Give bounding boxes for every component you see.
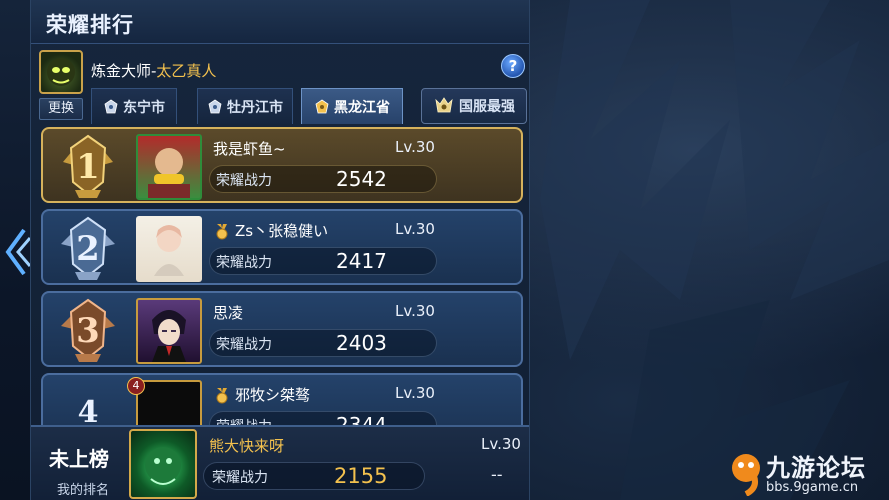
honor-power-box: 荣耀战力 2542	[209, 165, 437, 193]
my-power-label: 荣耀战力	[212, 470, 268, 486]
player-level: Lv.30	[395, 220, 435, 238]
badge-icon	[104, 99, 118, 113]
player-photo	[154, 225, 184, 276]
power-value: 2542	[336, 167, 387, 191]
user-title: 炼金大师-	[91, 62, 157, 80]
watermark-url: bbs.9game.cn	[766, 480, 859, 495]
my-rank-value: --	[491, 465, 503, 484]
user-display-name: 炼金大师-太乙真人	[91, 60, 216, 81]
rank-3-emblem-icon: 3	[61, 298, 115, 362]
my-avatar[interactable]	[129, 429, 197, 499]
panel-title-bar: 荣耀排行	[31, 0, 529, 44]
tab-national[interactable]: 国服最强	[421, 88, 527, 124]
power-label: 荣耀战力	[216, 173, 272, 189]
rank-number: 2	[76, 229, 100, 269]
tab-label: 东宁市	[123, 99, 165, 116]
my-player-name: 熊大快来呀	[209, 437, 285, 455]
hero-portrait-icon	[47, 58, 75, 86]
my-rank-status: 未上榜	[49, 447, 109, 471]
power-value: 2403	[336, 331, 387, 355]
tab-label: 国服最强	[459, 99, 515, 115]
my-rank-bar: 未上榜 我的排名 熊大快来呀 Lv.30 荣耀战力 2155 --	[31, 425, 529, 500]
badge-icon	[208, 99, 222, 113]
hero-artwork	[540, 0, 889, 500]
ranking-row-2[interactable]: 2 Zs丶张稳健い Lv.30 荣耀战力 2417	[41, 209, 523, 285]
help-button[interactable]: ?	[501, 54, 525, 78]
player-name: Zs丶张稳健い	[213, 220, 328, 241]
player-avatar[interactable]	[136, 134, 202, 200]
site-watermark: 九游论坛 bbs.9game.cn	[728, 448, 886, 498]
region-tabs: 东宁市 牡丹江市 黑龙江省 国服最强	[91, 88, 529, 124]
power-label: 荣耀战力	[216, 337, 272, 353]
player-name: 思凌	[213, 304, 244, 322]
change-button[interactable]: 更换	[39, 98, 83, 120]
player-photo	[152, 310, 186, 362]
player-level: Lv.30	[395, 384, 435, 402]
back-arrow-icon[interactable]	[2, 224, 32, 280]
player-name: 我是虾鱼~	[213, 140, 286, 158]
tab-label: 牡丹江市	[227, 99, 283, 116]
player-name: 邪牧シ桀骜	[213, 384, 310, 405]
player-photo	[148, 148, 190, 198]
hero-portrait-icon	[145, 447, 181, 485]
user-avatar[interactable]	[39, 50, 83, 94]
power-value: 2417	[336, 249, 387, 273]
my-power-box: 荣耀战力 2155	[203, 462, 425, 490]
honor-power-box: 荣耀战力 2403	[209, 329, 437, 357]
rank-number: 1	[76, 147, 100, 187]
my-player-level: Lv.30	[481, 435, 521, 453]
power-label: 荣耀战力	[216, 255, 272, 271]
nine-game-logo-icon	[732, 454, 760, 496]
current-user-row: 炼金大师-太乙真人	[31, 46, 529, 94]
player-avatar[interactable]	[136, 298, 202, 364]
crown-badge-icon	[435, 97, 453, 113]
tab-dongning[interactable]: 东宁市	[91, 88, 177, 124]
player-level: Lv.30	[395, 138, 435, 156]
tab-heilongjiang[interactable]: 黑龙江省	[301, 88, 403, 124]
badge-icon	[315, 99, 329, 113]
player-level: Lv.30	[395, 302, 435, 320]
tab-mudanjiang[interactable]: 牡丹江市	[197, 88, 293, 124]
ranking-row-3[interactable]: 3 思凌 Lv.30 荣耀战力 2403	[41, 291, 523, 367]
medal-icon	[216, 387, 228, 403]
panel-title: 荣耀排行	[46, 13, 134, 37]
rank-number: 3	[76, 311, 100, 351]
my-rank-label: 我的排名	[57, 483, 110, 498]
honor-power-box: 荣耀战力 2417	[209, 247, 437, 275]
rank-2-emblem-icon: 2	[61, 216, 115, 280]
tab-label: 黑龙江省	[334, 99, 390, 116]
rank-1-emblem-icon: 1	[63, 134, 113, 198]
player-avatar[interactable]	[136, 216, 202, 282]
ranking-row-1[interactable]: 1 我是虾鱼~ Lv.30 荣耀战力 2542	[41, 127, 523, 203]
watermark-title: 九游论坛	[766, 454, 866, 482]
medal-icon	[216, 223, 228, 239]
user-hero-name: 太乙真人	[156, 62, 217, 80]
honor-ranking-panel: 荣耀排行 炼金大师-太乙真人 ? 更换 东宁市 牡丹江市 黑龙江省 国服最强 1…	[30, 0, 530, 500]
avatar-level-badge: 4	[127, 377, 145, 395]
my-power-value: 2155	[334, 464, 388, 488]
